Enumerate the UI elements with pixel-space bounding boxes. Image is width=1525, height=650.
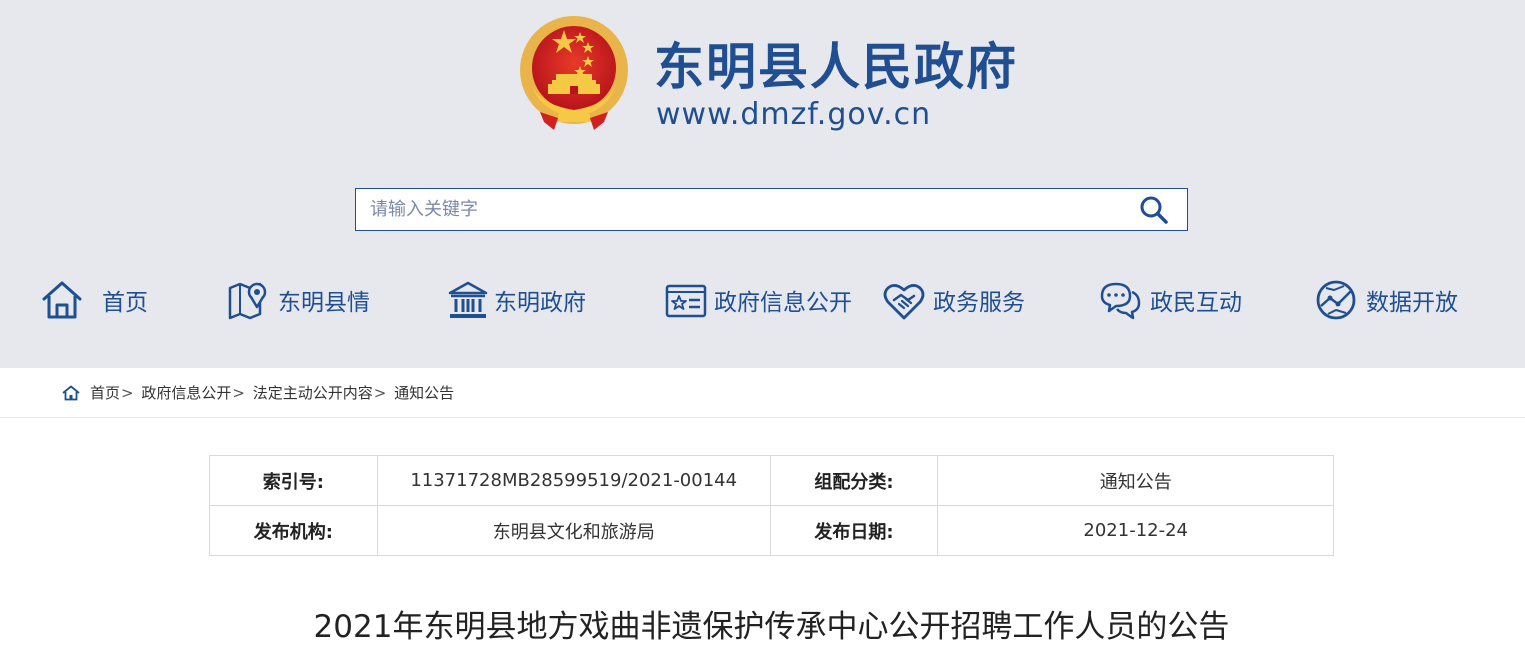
- site-title: 东明县人民政府: [654, 38, 1018, 96]
- chat-bubbles-icon: [1100, 282, 1141, 320]
- breadcrumb-separator: >: [232, 384, 245, 402]
- nav-label-government: 东明政府: [494, 290, 586, 316]
- index-number-label: 索引号:: [209, 455, 378, 506]
- home-icon: [42, 281, 82, 319]
- nav-label-open-data: 数据开放: [1366, 290, 1458, 316]
- nav-item-info-disclosure[interactable]: 政府信息公开: [664, 272, 852, 328]
- main-nav: 首页 东明县情 东明政府 政府信息公开 政务服务 政民互动 数据开放: [0, 272, 1525, 328]
- government-building-icon: [448, 281, 488, 318]
- nav-item-county-info[interactable]: 东明县情: [226, 272, 370, 328]
- article-title: 2021年东明县地方戏曲非遗保护传承中心公开招聘工作人员的公告: [313, 609, 1230, 645]
- national-emblem-icon: [520, 16, 628, 130]
- breadcrumb-link-home[interactable]: 首页: [90, 384, 120, 402]
- table-row: 索引号: 11371728MB28599519/2021-00144 组配分类:…: [209, 455, 1334, 506]
- breadcrumb-separator: >: [373, 384, 387, 402]
- search-bar: [355, 188, 1188, 231]
- publish-date-label: 发布日期:: [769, 505, 939, 556]
- breadcrumb-link-notices[interactable]: 通知公告: [394, 384, 454, 402]
- category-label: 组配分类:: [769, 455, 939, 506]
- table-row: 发布机构: 东明县文化和旅游局 发布日期: 2021-12-24: [209, 505, 1334, 556]
- home-icon[interactable]: [62, 385, 80, 401]
- publisher-value: 东明县文化和旅游局: [376, 505, 771, 556]
- breadcrumb-bar: 首页> 政府信息公开> 法定主动公开内容> 通知公告: [0, 368, 1525, 418]
- site-header: 东明县人民政府 www.dmzf.gov.cn 首页 东明: [0, 0, 1525, 368]
- nav-item-interaction[interactable]: 政民互动: [1098, 272, 1242, 328]
- search-icon[interactable]: [1139, 195, 1169, 225]
- category-value: 通知公告: [937, 455, 1334, 506]
- info-card-icon: [665, 284, 707, 318]
- search-input[interactable]: [356, 189, 1126, 230]
- site-url: www.dmzf.gov.cn: [656, 97, 932, 132]
- data-globe-icon: [1316, 280, 1356, 320]
- nav-label-interaction: 政民互动: [1150, 290, 1242, 316]
- nav-item-gov-services[interactable]: 政务服务: [882, 272, 1025, 328]
- handshake-heart-icon: [883, 284, 925, 320]
- nav-label-home: 首页: [102, 290, 148, 316]
- index-number-value: 11371728MB28599519/2021-00144: [376, 455, 771, 506]
- breadcrumb-link-info-disclosure[interactable]: 政府信息公开: [141, 384, 231, 402]
- nav-label-county-info: 东明县情: [278, 290, 370, 316]
- nav-item-government[interactable]: 东明政府: [446, 272, 586, 328]
- publish-date-value: 2021-12-24: [937, 505, 1334, 556]
- breadcrumb-separator: >: [121, 384, 134, 402]
- nav-label-info-disclosure: 政府信息公开: [714, 290, 852, 316]
- publisher-label: 发布机构:: [209, 505, 378, 556]
- nav-item-home[interactable]: 首页: [40, 272, 148, 328]
- nav-item-open-data[interactable]: 数据开放: [1314, 272, 1458, 328]
- breadcrumb: 首页> 政府信息公开> 法定主动公开内容> 通知公告: [90, 383, 454, 403]
- breadcrumb-link-statutory-content[interactable]: 法定主动公开内容: [253, 384, 373, 402]
- map-pin-icon: [228, 282, 267, 320]
- article-meta-table: 索引号: 11371728MB28599519/2021-00144 组配分类:…: [209, 455, 1334, 556]
- nav-label-gov-services: 政务服务: [933, 290, 1025, 316]
